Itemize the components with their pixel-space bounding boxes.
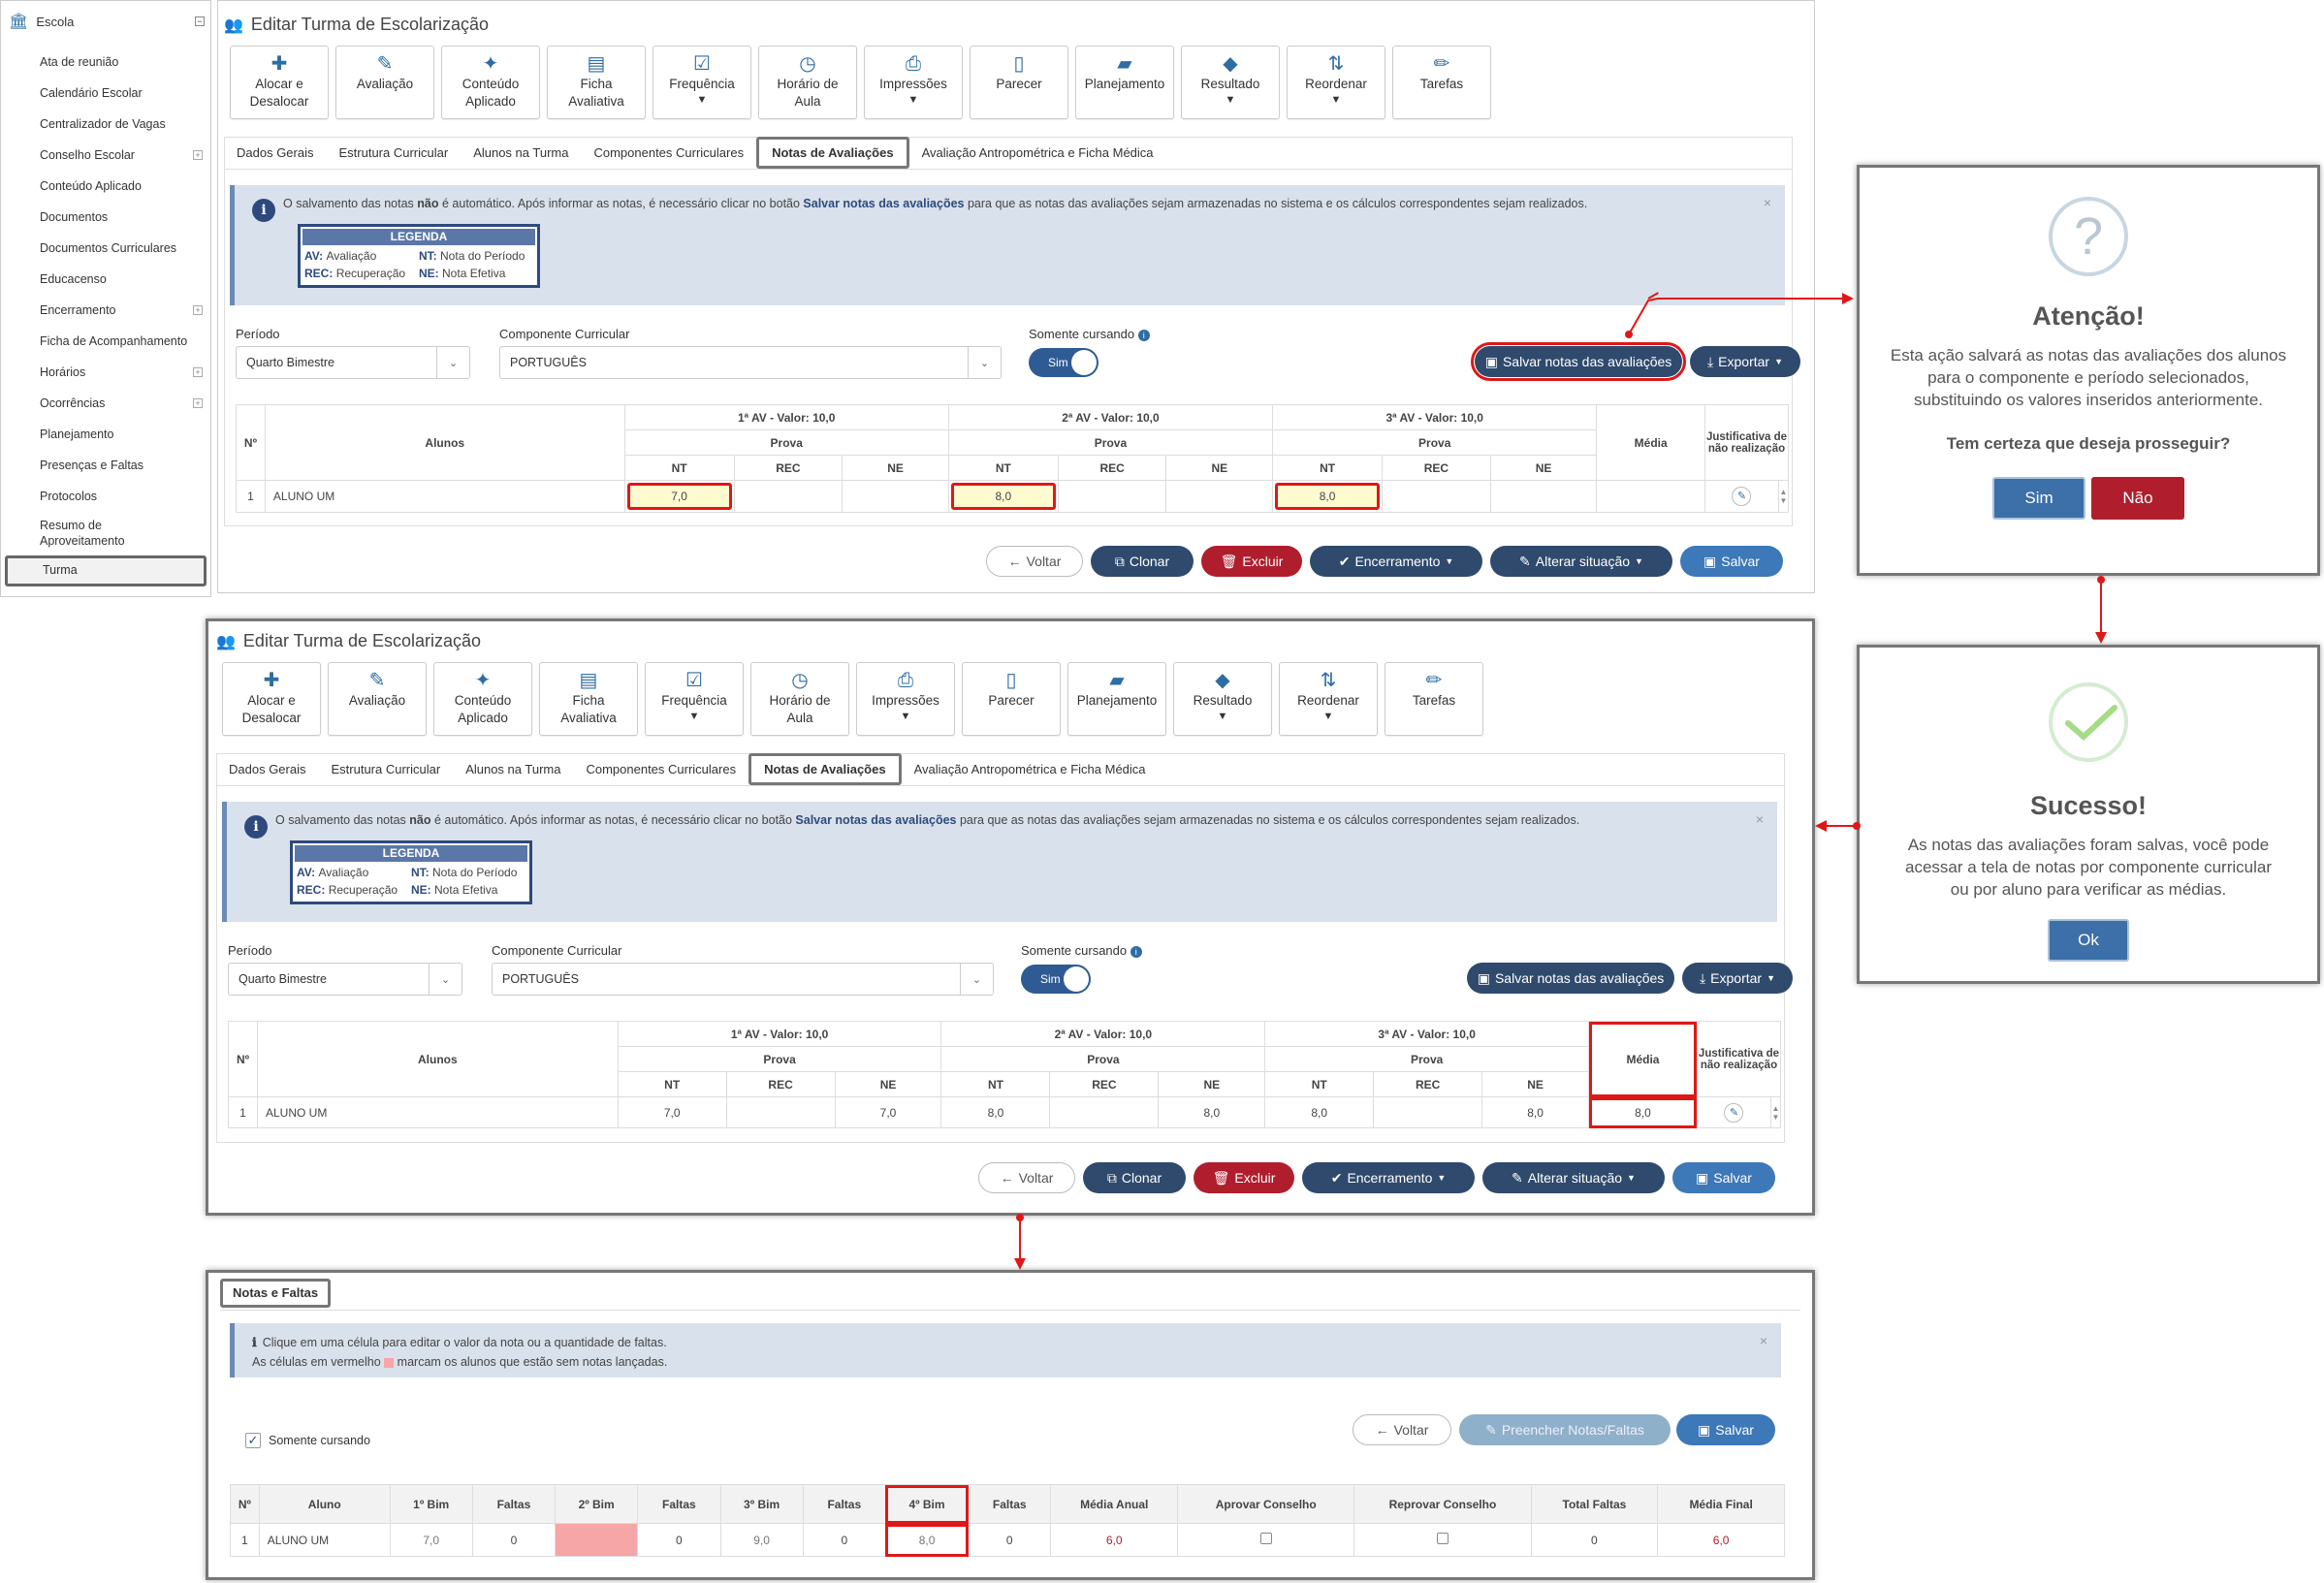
connector-arrows <box>1014 293 2107 1270</box>
